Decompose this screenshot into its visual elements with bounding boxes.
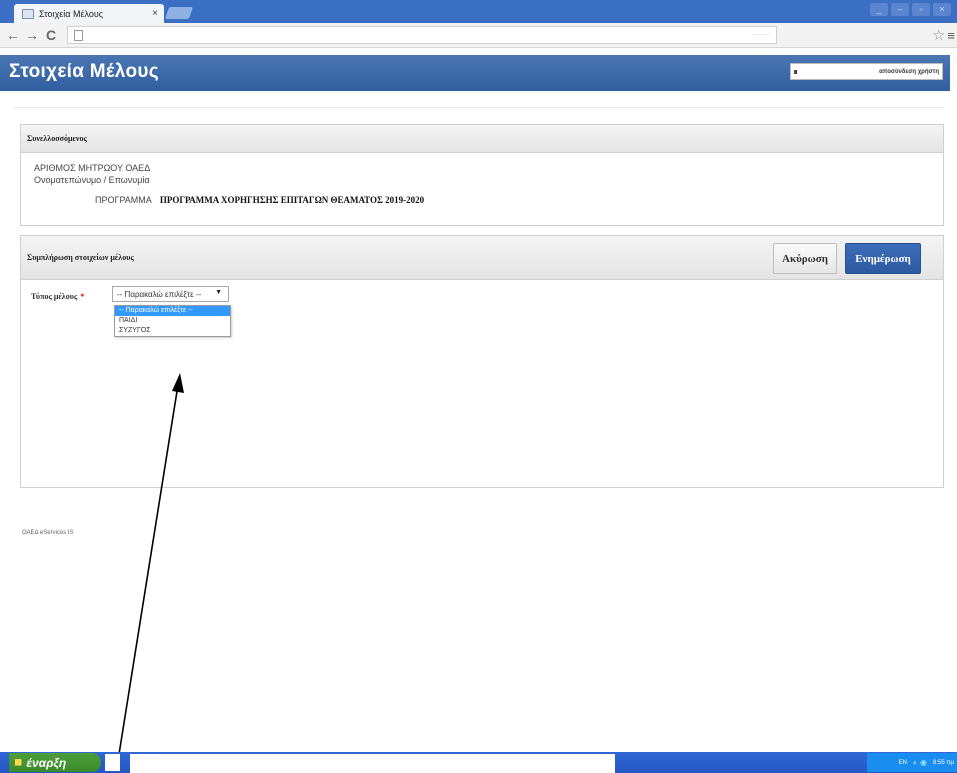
annotation-arrow-head <box>172 373 184 393</box>
start-label: έναρξη <box>26 755 67 770</box>
taskbar-window-item[interactable] <box>130 754 615 773</box>
annotation-arrow <box>115 373 184 773</box>
taskbar-item[interactable] <box>105 754 120 771</box>
system-tray: EN ◐ ◉ 8:55 πμ <box>867 753 957 772</box>
language-indicator[interactable]: EN <box>899 760 907 766</box>
taskbar: ◼ έναρξη EN ◐ ◉ 8:55 πμ <box>0 752 957 773</box>
tray-icons[interactable]: ◐ ◉ <box>913 758 927 767</box>
windows-logo-icon: ◼ <box>14 757 23 768</box>
start-button[interactable]: ◼ έναρξη <box>9 753 101 772</box>
clock: 8:55 πμ <box>933 759 954 766</box>
annotation-arrow-line <box>115 384 179 773</box>
